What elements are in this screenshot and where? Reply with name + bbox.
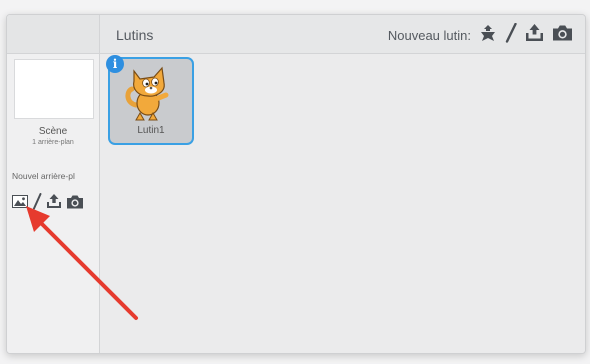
paint-brush-icon[interactable] [32, 193, 42, 215]
stage-panel-header [7, 15, 99, 54]
new-backdrop-label: Nouvel arrière-pl [12, 171, 75, 181]
upload-icon[interactable] [46, 194, 62, 214]
camera-icon[interactable] [66, 195, 84, 214]
new-backdrop-tools [12, 193, 84, 215]
sprites-title: Lutins [116, 27, 154, 43]
new-sprite-label: Nouveau lutin: [387, 28, 471, 43]
upload-icon[interactable] [525, 24, 544, 47]
sprite-tile[interactable]: i Lutin1 [106, 55, 194, 145]
info-badge[interactable]: i [106, 55, 124, 73]
sprite-library-icon[interactable] [479, 24, 497, 48]
camera-icon[interactable] [552, 25, 573, 46]
new-sprite-tools [479, 22, 573, 48]
stage-panel: Scène 1 arrière-plan Nouvel arrière-pl [7, 15, 100, 353]
stage-thumbnail[interactable] [14, 59, 94, 119]
image-library-icon[interactable] [12, 195, 28, 213]
paint-brush-icon[interactable] [505, 22, 517, 48]
backdrop-count: 1 arrière-plan [32, 139, 74, 146]
sprites-list: i Lutin1 [100, 54, 585, 353]
sprite-name: Lutin1 [137, 125, 165, 136]
sprites-header: Lutins Nouveau lutin: [100, 15, 585, 54]
stage-name: Scène [38, 126, 68, 137]
scratch-sprite-pane: Scène 1 arrière-plan Nouvel arrière-pl L… [6, 14, 586, 354]
cat-sprite-icon [124, 63, 176, 128]
